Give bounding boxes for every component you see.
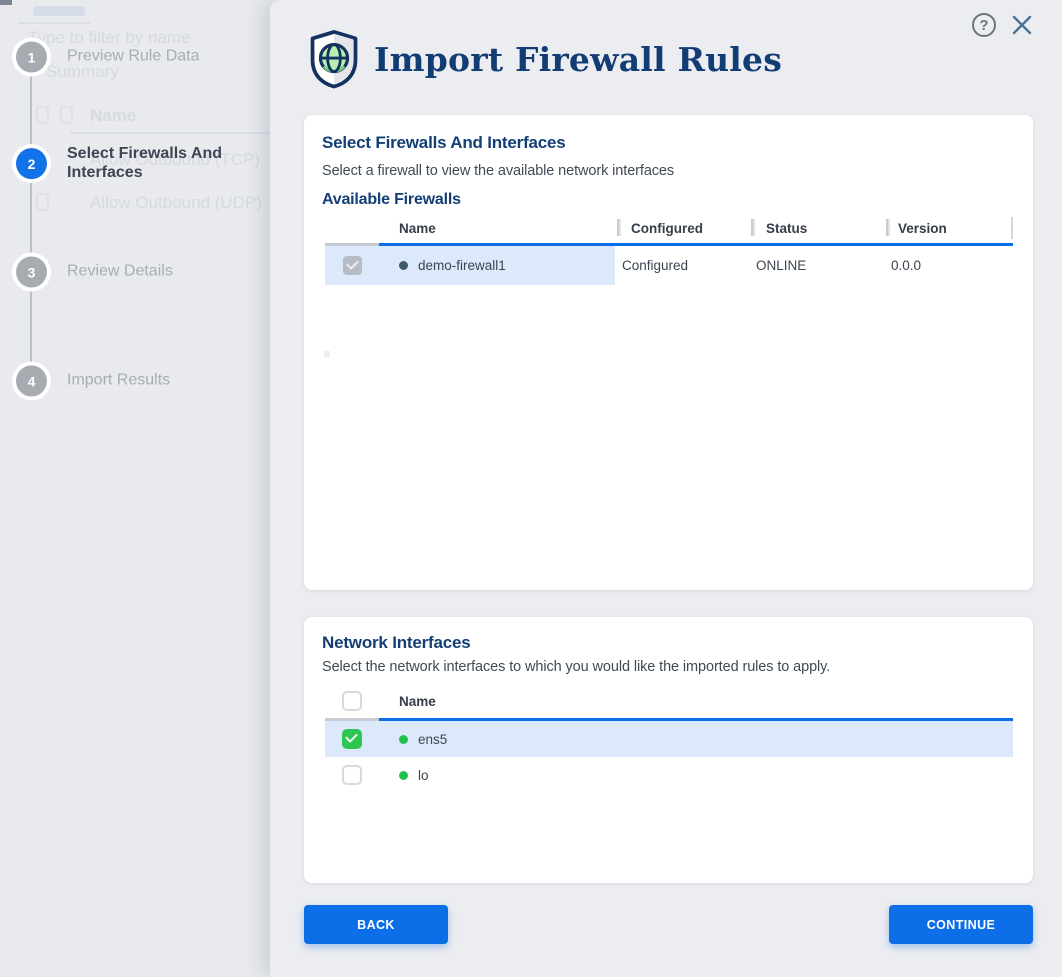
network-interfaces-table: Name ens5 lo <box>325 685 1013 793</box>
row-checkbox-cell <box>325 765 379 785</box>
row-checkbox-cell <box>325 729 379 749</box>
step-label: Import Results <box>67 372 170 391</box>
available-firewalls-table: Name Configured Status Version demo-fire… <box>325 215 1013 285</box>
section-title: Available Firewalls <box>322 191 461 209</box>
ghost-divider <box>18 22 90 24</box>
step-label: Preview Rule Data <box>67 48 200 67</box>
wizard-stepper-sidebar: Type to filter by name Summary Name Allo… <box>0 0 270 977</box>
card-title: Select Firewalls And Interfaces <box>322 133 566 153</box>
status-dot-icon <box>399 261 408 270</box>
table-row-lo[interactable]: lo <box>325 757 1013 793</box>
stepper-step-preview-rule-data: 1 Preview Rule Data <box>16 42 200 73</box>
column-header-status: Status <box>749 215 884 242</box>
column-resize-handle[interactable] <box>617 219 621 236</box>
column-resize-handle[interactable] <box>886 219 890 236</box>
table-header-row: Name Configured Status Version <box>325 215 1013 242</box>
ghost-tab-bar <box>33 6 85 16</box>
status-dot-icon <box>399 735 408 744</box>
page-title: Import Firewall Rules <box>374 40 782 79</box>
step-number-badge: 2 <box>16 149 47 180</box>
step-number-badge: 4 <box>16 366 47 397</box>
ghost-checkbox <box>60 106 73 124</box>
firewall-name-cell: demo-firewall1 <box>379 246 615 285</box>
back-button[interactable]: BACK <box>304 905 448 944</box>
table-row-demo-firewall1[interactable]: demo-firewall1 Configured ONLINE 0.0.0 <box>325 246 1013 285</box>
interface-checkbox-checked[interactable] <box>342 729 362 749</box>
help-icon[interactable]: ? <box>972 13 996 37</box>
ghost-page-edge <box>0 0 12 5</box>
column-header-name: Name <box>379 215 615 242</box>
row-checkbox-cell <box>325 246 379 285</box>
card-title: Network Interfaces <box>322 633 471 653</box>
interface-name: lo <box>418 768 429 783</box>
ghost-rule-row: Allow Outbound (UDP) <box>90 193 270 213</box>
network-interfaces-card: Network Interfaces Select the network in… <box>304 617 1033 883</box>
card-subtitle: Select a firewall to view the available … <box>322 163 674 179</box>
step-label: Review Details <box>67 263 173 282</box>
ghost-header-rule <box>70 132 270 134</box>
faint-artifact-dot <box>324 351 330 357</box>
column-resize-handle[interactable] <box>751 219 755 236</box>
status-dot-icon <box>399 771 408 780</box>
stepper-step-review-details: 3 Review Details <box>16 257 173 288</box>
step-number-badge: 1 <box>16 42 47 73</box>
ghost-checkbox <box>36 193 49 211</box>
table-header-underline <box>325 718 1013 721</box>
table-header-row: Name <box>325 685 1013 717</box>
step-number-badge: 3 <box>16 257 47 288</box>
stepper-step-import-results: 4 Import Results <box>16 366 170 397</box>
stepper-connector-line <box>30 57 32 381</box>
interface-checkbox-unchecked[interactable] <box>342 765 362 785</box>
table-edge-separator <box>1011 217 1013 239</box>
shield-globe-icon <box>306 28 362 90</box>
step-label: Select Firewalls And Interfaces <box>67 145 243 183</box>
column-header-version: Version <box>884 215 1013 242</box>
ghost-checkbox <box>36 106 49 124</box>
close-icon[interactable] <box>1010 13 1034 37</box>
firewall-version-cell: 0.0.0 <box>884 258 1013 273</box>
interface-name-cell: ens5 <box>379 732 1013 747</box>
dialog-header: Import Firewall Rules <box>306 28 782 90</box>
firewall-checkbox-checked-disabled[interactable] <box>343 256 362 275</box>
column-header-name: Name <box>379 685 1013 717</box>
table-row-ens5[interactable]: ens5 <box>325 721 1013 757</box>
continue-button[interactable]: CONTINUE <box>889 905 1033 944</box>
select-all-checkbox-cell <box>325 691 379 711</box>
interface-name: ens5 <box>418 732 447 747</box>
interface-name-cell: lo <box>379 768 1013 783</box>
select-all-checkbox[interactable] <box>342 691 362 711</box>
import-firewall-rules-dialog: Import Firewall Rules ? Select Firewalls… <box>270 0 1062 977</box>
card-subtitle: Select the network interfaces to which y… <box>322 659 830 675</box>
column-header-configured: Configured <box>615 215 749 242</box>
firewall-status-cell: ONLINE <box>749 258 884 273</box>
stepper-step-select-firewalls: 2 Select Firewalls And Interfaces <box>16 145 243 183</box>
select-firewalls-card: Select Firewalls And Interfaces Select a… <box>304 115 1033 590</box>
ghost-name-header: Name <box>90 106 270 126</box>
firewall-configured-cell: Configured <box>615 258 749 273</box>
firewall-name: demo-firewall1 <box>418 258 506 273</box>
